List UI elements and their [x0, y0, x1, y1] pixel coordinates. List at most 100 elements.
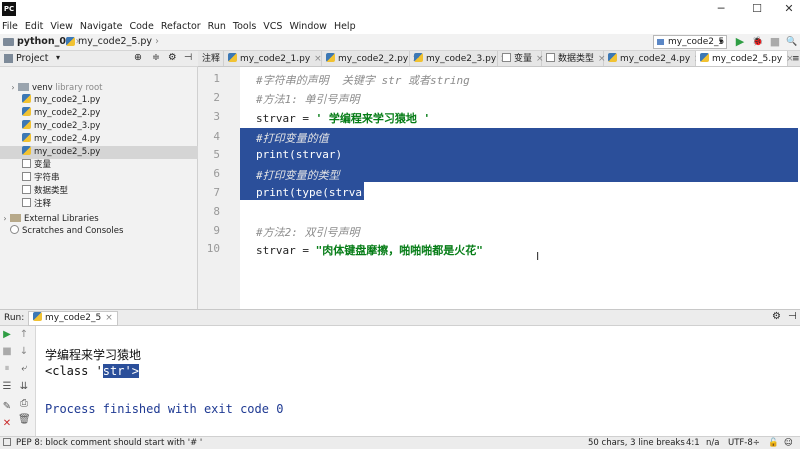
close-button[interactable]: ✕: [774, 0, 800, 18]
breadcrumb-file[interactable]: my_code2_5.py ›: [66, 36, 159, 47]
up-arrow-icon[interactable]: ↑: [18, 329, 30, 341]
tab-my-code2-5[interactable]: my_code2_5.py ×: [696, 51, 794, 66]
tree-item-label: my_code2_1.py: [34, 95, 101, 105]
breadcrumb-file-label: my_code2_5.py: [78, 36, 153, 47]
print-icon[interactable]: ⎙: [18, 398, 30, 410]
stop-icon[interactable]: ■: [769, 36, 781, 48]
tab-data-types[interactable]: 数据类型 ×: [542, 51, 606, 66]
rerun-icon[interactable]: ▶: [1, 329, 13, 341]
code-line-3: strvar = ' 学编程来学习猿地 ': [256, 110, 430, 126]
tree-item-label: my_code2_2.py: [34, 108, 101, 118]
menu-file[interactable]: File: [2, 21, 18, 32]
run-config-select[interactable]: my_code2_5 ▾: [653, 35, 727, 49]
expand-arrow-icon[interactable]: ›: [8, 81, 18, 94]
project-panel-header: Project ▾ ⊕ ≑ ⚙ ⊣: [0, 51, 198, 67]
menu-refactor[interactable]: Refactor: [161, 21, 201, 32]
layout-icon[interactable]: ☰: [1, 381, 13, 393]
status-cursor-position[interactable]: 4:1: [686, 437, 700, 449]
tab-overflow-icon[interactable]: ≡: [788, 51, 800, 66]
tree-item-my-code2-1[interactable]: my_code2_1.py: [0, 94, 198, 107]
menu-navigate[interactable]: Navigate: [80, 21, 123, 32]
run-icon[interactable]: ▶: [734, 36, 746, 48]
status-encoding[interactable]: UTF-8÷: [728, 437, 760, 449]
menu-view[interactable]: View: [50, 21, 73, 32]
tab-comments[interactable]: 注释: [198, 51, 224, 66]
tree-item-label: my_code2_4.py: [34, 134, 101, 144]
folder-icon: [18, 83, 29, 91]
tree-item-label: Scratches and Consoles: [22, 226, 124, 236]
tree-item-external-libraries[interactable]: › External Libraries: [0, 212, 198, 225]
soft-wrap-icon[interactable]: ⤶: [18, 363, 30, 375]
hide-icon[interactable]: ⊣: [184, 52, 192, 63]
tree-item-my-code2-3[interactable]: my_code2_3.py: [0, 120, 198, 133]
pause-icon[interactable]: ⏸: [1, 363, 13, 375]
scratches-icon: [10, 225, 19, 234]
down-arrow-icon[interactable]: ↓: [18, 346, 30, 358]
text-file-icon: [22, 159, 31, 168]
console-line-2: <class 'str'>: [45, 364, 139, 378]
minimize-button[interactable]: ─: [706, 0, 736, 18]
tree-item-my-code2-2[interactable]: my_code2_2.py: [0, 107, 198, 120]
tab-my-code2-1[interactable]: my_code2_1.py ×: [224, 51, 322, 66]
close-icon[interactable]: ✕: [1, 418, 13, 430]
tree-item-variables[interactable]: 变量: [0, 159, 198, 172]
console-line-1: 学编程来学习猿地: [45, 348, 142, 362]
gear-icon[interactable]: ⚙: [772, 311, 781, 322]
expand-arrow-icon[interactable]: ›: [0, 212, 10, 225]
code-line-2: #方法1: 单引号声明: [256, 93, 360, 106]
panel-toggle-icon[interactable]: [3, 438, 11, 446]
tree-item-venv[interactable]: › venv library root: [0, 81, 198, 94]
menu-window[interactable]: Window: [289, 21, 326, 32]
lock-icon[interactable]: 🔓: [768, 437, 779, 449]
status-line-separator[interactable]: n/a: [706, 437, 719, 449]
menu-edit[interactable]: Edit: [25, 21, 43, 32]
run-config-label: my_code2_5: [668, 37, 725, 47]
debug-icon[interactable]: 🐞: [752, 36, 764, 48]
menu-vcs[interactable]: VCS: [263, 21, 282, 32]
chevron-down-icon[interactable]: ▾: [56, 53, 60, 62]
console-selection: str'>: [102, 364, 139, 378]
tree-item-scratches[interactable]: Scratches and Consoles: [0, 225, 198, 238]
scroll-to-end-icon[interactable]: ⇊: [18, 381, 30, 393]
tree-item-strings[interactable]: 字符串: [0, 172, 198, 185]
line-number: 4: [213, 130, 220, 143]
menu-help[interactable]: Help: [334, 21, 356, 32]
menu-run[interactable]: Run: [208, 21, 226, 32]
tab-label: my_code2_5.py: [712, 54, 783, 64]
menu-code[interactable]: Code: [129, 21, 153, 32]
console-output[interactable]: [36, 326, 800, 436]
menu-tools[interactable]: Tools: [233, 21, 256, 32]
tab-my-code2-2[interactable]: my_code2_2.py×: [322, 51, 420, 66]
tab-label: my_code2_1.py: [240, 54, 311, 64]
python-file-icon: [700, 53, 709, 62]
search-icon[interactable]: 🔍: [786, 36, 798, 48]
tab-label: 注释: [202, 54, 221, 64]
status-bar: PEP 8: block comment should start with '…: [0, 436, 800, 449]
run-tab[interactable]: my_code2_5 ×: [28, 311, 118, 326]
pin-icon[interactable]: ✎: [1, 401, 13, 413]
close-icon[interactable]: ×: [105, 313, 113, 323]
inspector-icon[interactable]: ☺: [784, 437, 793, 449]
gear-icon[interactable]: ⚙: [168, 52, 177, 63]
tree-item-comments[interactable]: 注释: [0, 198, 198, 211]
code-line-5: print(strvar): [256, 148, 343, 161]
python-file-icon: [22, 133, 31, 142]
tree-item-data-types[interactable]: 数据类型: [0, 185, 198, 198]
tab-my-code2-4[interactable]: my_code2_4.py×: [604, 51, 702, 66]
project-panel-title[interactable]: Project: [16, 53, 49, 64]
maximize-button[interactable]: ☐: [742, 0, 772, 18]
tab-my-code2-3[interactable]: my_code2_3.py×: [410, 51, 508, 66]
line-number: 6: [213, 167, 220, 180]
tree-item-my-code2-4[interactable]: my_code2_4.py: [0, 133, 198, 146]
close-icon[interactable]: ×: [314, 54, 322, 64]
run-tab-label: my_code2_5: [45, 313, 102, 323]
python-file-icon: [414, 53, 423, 62]
collapse-icon[interactable]: ≑: [152, 52, 160, 63]
tab-variables[interactable]: 变量 ×: [498, 51, 544, 66]
stop-icon[interactable]: ■: [1, 346, 13, 358]
tree-item-my-code2-5[interactable]: my_code2_5.py: [0, 146, 198, 159]
hide-icon[interactable]: ⊣: [788, 311, 797, 322]
line-number: 3: [213, 110, 220, 123]
target-icon[interactable]: ⊕: [134, 52, 142, 63]
trash-icon[interactable]: 🗑: [18, 414, 31, 426]
